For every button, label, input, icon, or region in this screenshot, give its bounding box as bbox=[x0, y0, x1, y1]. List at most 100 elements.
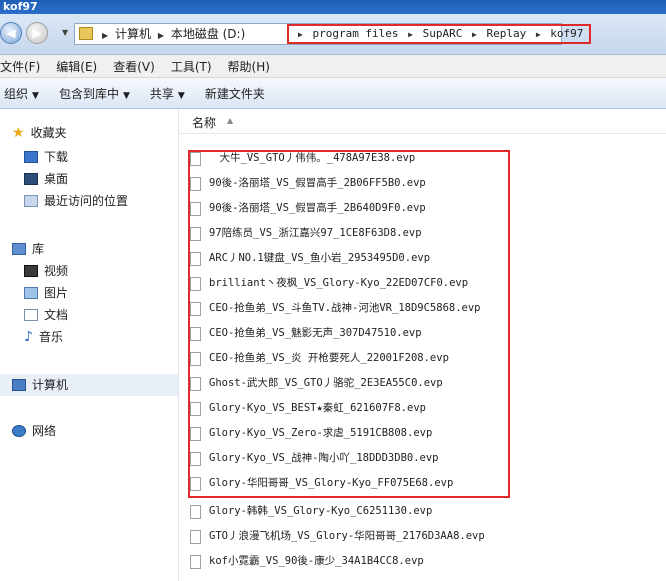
file-row[interactable]: ARC丿NO.1键盘_VS_鱼小岩_2953495D0.evp bbox=[190, 246, 430, 271]
new-folder-button[interactable]: 新建文件夹 bbox=[205, 85, 265, 102]
file-row[interactable]: brilliant丶夜枫_VS_Glory-Kyo_22ED07CF0.evp bbox=[190, 271, 468, 296]
file-name: Glory-Kyo_VS_战神-陶小吖_18DDD3DB0.evp bbox=[209, 452, 439, 464]
file-row[interactable]: 90後-洛丽塔_VS_假冒高手_2B640D9F0.evp bbox=[190, 196, 426, 221]
nav-desktop[interactable]: 桌面 bbox=[24, 169, 68, 189]
nav-downloads[interactable]: 下载 bbox=[24, 147, 68, 167]
file-row[interactable]: Glory-Kyo_VS_战神-陶小吖_18DDD3DB0.evp bbox=[190, 446, 439, 471]
forward-button[interactable]: ▶ bbox=[26, 22, 48, 44]
menu-view[interactable]: 查看(V) bbox=[113, 58, 155, 75]
include-in-library-button[interactable]: 包含到库中 ▼ bbox=[59, 85, 130, 102]
nav-computer[interactable]: 计算机 bbox=[12, 375, 68, 395]
file-row[interactable]: Glory-Kyo_VS_BEST★秦虹_621607F8.evp bbox=[190, 396, 426, 421]
file-icon bbox=[190, 301, 201, 316]
file-icon bbox=[190, 476, 201, 491]
menu-edit[interactable]: 编辑(E) bbox=[56, 58, 97, 75]
network-icon bbox=[12, 425, 26, 437]
nav-pictures-label: 图片 bbox=[44, 286, 69, 300]
recent-places-icon bbox=[24, 195, 38, 207]
file-name: 90後-洛丽塔_VS_假冒高手_2B06FF5B0.evp bbox=[209, 177, 426, 189]
file-row[interactable]: 90後-洛丽塔_VS_假冒高手_2B06FF5B0.evp bbox=[190, 171, 426, 196]
file-list-pane: 名称 ▲ 大牛_VS_GTO丿伟伟。_478A97E38.evp 90後-洛丽塔… bbox=[179, 109, 666, 581]
file-row[interactable]: CEO-抢鱼弟_VS_炎 开枪要死人_22001F208.evp bbox=[190, 346, 449, 371]
file-icon bbox=[190, 276, 201, 291]
nav-recent-label: 最近访问的位置 bbox=[44, 194, 129, 208]
file-row[interactable]: CEO-抢鱼弟_VS_魅影无声_307D47510.evp bbox=[190, 321, 422, 346]
document-icon bbox=[24, 309, 38, 321]
file-name: 97陪练员_VS_浙江嘉兴97_1CE8F63D8.evp bbox=[209, 227, 422, 239]
share-label: 共享 bbox=[149, 86, 174, 101]
nav-documents[interactable]: 文档 bbox=[24, 305, 68, 325]
chevron-right-icon[interactable]: ▶ bbox=[158, 31, 164, 40]
chevron-down-icon: ▼ bbox=[122, 90, 130, 101]
chevron-right-icon[interactable]: ▶ bbox=[408, 30, 413, 39]
breadcrumb-kof97[interactable]: kof97 bbox=[550, 27, 583, 40]
folder-icon bbox=[79, 27, 93, 40]
chevron-right-icon[interactable]: ▶ bbox=[472, 30, 477, 39]
breadcrumb-highlighted-path: ▶ program files ▶ SupARC ▶ Replay ▶ kof9… bbox=[287, 24, 592, 44]
file-row[interactable]: 大牛_VS_GTO丿伟伟。_478A97E38.evp bbox=[190, 146, 415, 171]
breadcrumb-suparc[interactable]: SupARC bbox=[423, 27, 463, 40]
nav-documents-label: 文档 bbox=[44, 308, 69, 322]
file-icon bbox=[190, 376, 201, 391]
file-name: 大牛_VS_GTO丿伟伟。_478A97E38.evp bbox=[209, 152, 416, 164]
chevron-right-icon[interactable]: ▶ bbox=[298, 30, 303, 39]
file-icon bbox=[190, 529, 201, 544]
file-icon bbox=[190, 504, 201, 519]
file-icon bbox=[190, 151, 201, 166]
file-row[interactable]: Glory-Kyo_VS_Zero-求虐_5191CB808.evp bbox=[190, 421, 432, 446]
file-row[interactable]: Glory-韩韩_VS_Glory-Kyo_C6251130.evp bbox=[190, 499, 432, 524]
breadcrumb-replay[interactable]: Replay bbox=[486, 27, 526, 40]
file-row[interactable]: GTO丿浪漫飞机场_VS_Glory-华阳哥哥_2176D3AA8.evp bbox=[190, 524, 485, 549]
file-row[interactable]: CEO-抢鱼弟_VS_斗鱼TV.战神-河池VR_18D9C5868.evp bbox=[190, 296, 481, 321]
nav-favorites[interactable]: ★ 收藏夹 bbox=[12, 123, 67, 143]
menu-tools[interactable]: 工具(T) bbox=[171, 58, 212, 75]
breadcrumb-computer[interactable]: 计算机 bbox=[115, 27, 151, 41]
nav-pictures[interactable]: 图片 bbox=[24, 283, 68, 303]
organize-button[interactable]: 组织 ▼ bbox=[4, 85, 39, 102]
recent-pages-dropdown-icon[interactable]: ▼ bbox=[62, 28, 68, 37]
nav-recent-places[interactable]: 最近访问的位置 bbox=[24, 191, 128, 211]
file-icon bbox=[190, 426, 201, 441]
breadcrumb-local-disk[interactable]: 本地磁盘 (D:) bbox=[171, 27, 245, 41]
nav-music-label: 音乐 bbox=[38, 330, 63, 344]
share-button[interactable]: 共享 ▼ bbox=[150, 85, 185, 102]
file-row[interactable]: Ghost-武大郎_VS_GTO丿骆驼_2E3EA55C0.evp bbox=[190, 371, 443, 396]
file-row[interactable]: 97陪练员_VS_浙江嘉兴97_1CE8F63D8.evp bbox=[190, 221, 422, 246]
menu-help[interactable]: 帮助(H) bbox=[228, 58, 270, 75]
window-title-bar[interactable]: kof97 bbox=[0, 0, 666, 14]
file-icon bbox=[190, 176, 201, 191]
command-bar: 组织 ▼ 包含到库中 ▼ 共享 ▼ 新建文件夹 bbox=[0, 78, 666, 109]
breadcrumb-program-files[interactable]: program files bbox=[312, 27, 398, 40]
file-name: Glory-Kyo_VS_Zero-求虐_5191CB808.evp bbox=[209, 427, 433, 439]
forward-arrow-icon: ▶ bbox=[32, 26, 42, 40]
library-icon bbox=[12, 243, 26, 255]
nav-computer-label: 计算机 bbox=[32, 378, 69, 392]
chevron-right-icon[interactable]: ▶ bbox=[536, 30, 541, 39]
organize-label: 组织 bbox=[4, 86, 29, 101]
back-button[interactable]: ◀ bbox=[0, 22, 22, 44]
file-name: GTO丿浪漫飞机场_VS_Glory-华阳哥哥_2176D3AA8.evp bbox=[209, 530, 485, 542]
file-name: Glory-华阳哥哥_VS_Glory-Kyo_FF075E68.evp bbox=[209, 477, 454, 489]
music-note-icon: ♪ bbox=[24, 329, 33, 345]
menu-file[interactable]: 文件(F) bbox=[0, 58, 40, 75]
nav-network[interactable]: 网络 bbox=[12, 421, 56, 441]
video-icon bbox=[24, 265, 38, 277]
desktop-icon bbox=[24, 173, 38, 185]
nav-library-label: 库 bbox=[32, 242, 45, 256]
file-icon bbox=[190, 226, 201, 241]
file-row[interactable]: kof小霓霸_VS_90後-康少_34A1B4CC8.evp bbox=[190, 549, 424, 574]
nav-favorites-label: 收藏夹 bbox=[30, 126, 67, 140]
nav-music[interactable]: ♪ 音乐 bbox=[24, 327, 63, 347]
address-bar[interactable]: ▶ 计算机 ▶ 本地磁盘 (D:) ▶ program files ▶ SupA… bbox=[74, 23, 592, 45]
nav-library[interactable]: 库 bbox=[12, 239, 44, 259]
column-header-name[interactable]: 名称 ▲ bbox=[179, 109, 666, 134]
nav-videos[interactable]: 视频 bbox=[24, 261, 68, 281]
file-row[interactable]: Glory-华阳哥哥_VS_Glory-Kyo_FF075E68.evp bbox=[190, 471, 453, 496]
file-icon bbox=[190, 201, 201, 216]
sort-ascending-icon: ▲ bbox=[227, 116, 234, 125]
file-icon bbox=[190, 451, 201, 466]
file-name: Glory-Kyo_VS_BEST★秦虹_621607F8.evp bbox=[209, 402, 426, 414]
file-name: CEO-抢鱼弟_VS_魅影无声_307D47510.evp bbox=[209, 327, 422, 339]
file-name: CEO-抢鱼弟_VS_斗鱼TV.战神-河池VR_18D9C5868.evp bbox=[209, 302, 481, 314]
chevron-right-icon[interactable]: ▶ bbox=[102, 31, 108, 40]
